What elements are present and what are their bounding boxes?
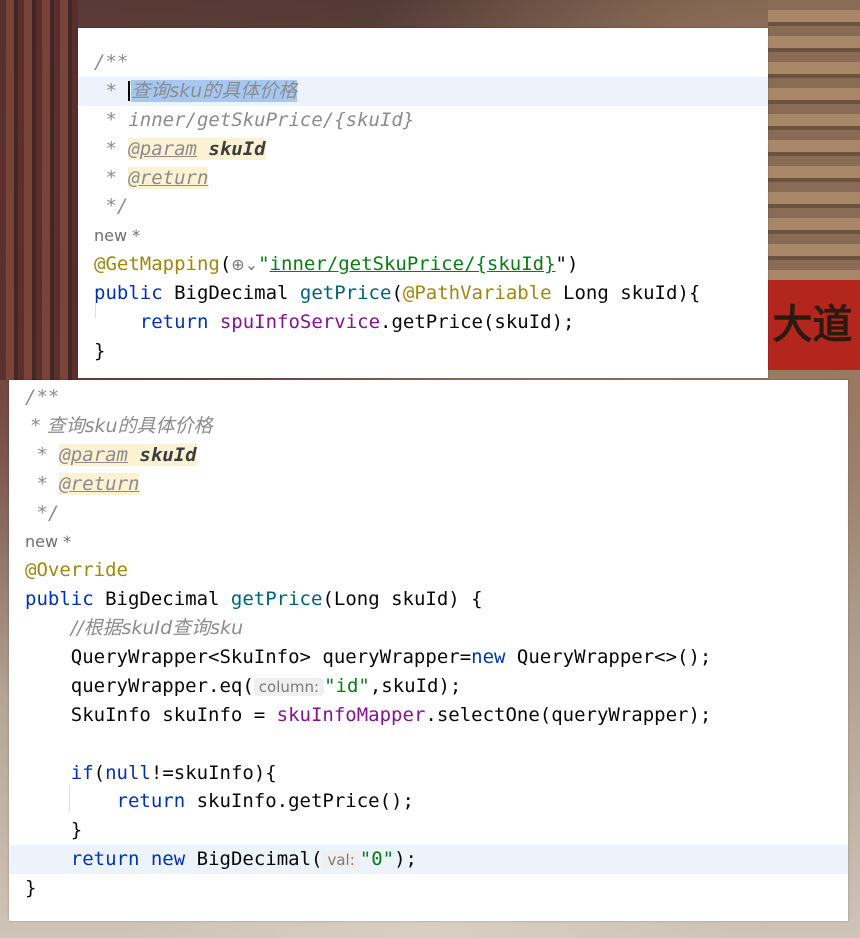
code-line: * @return <box>94 166 209 189</box>
selected-text[interactable]: 查询sku的具体价格 <box>131 79 298 102</box>
code-line: new * <box>9 527 848 556</box>
background-right-mural <box>768 0 860 280</box>
code-line: } <box>94 339 106 362</box>
code-line-current: return new BigDecimal(val: "0"); <box>9 845 848 875</box>
code-line: public BigDecimal getPrice(@PathVariable… <box>94 282 701 305</box>
code-line: return skuInfo.getPrice(); <box>116 790 414 813</box>
code-line: @Override <box>25 559 128 582</box>
code-line-current: * 查询sku的具体价格 <box>78 76 768 106</box>
code-line: * inner/getSkuPrice/{skuId} <box>94 108 415 131</box>
code-line: new * <box>78 221 768 250</box>
code-line: QueryWrapper<SkuInfo> queryWrapper=new Q… <box>70 646 712 669</box>
mapping-url[interactable]: inner/getSkuPrice/{skuId} <box>270 253 556 275</box>
code-line: * @param skuId <box>25 443 197 466</box>
code-line: return spuInfoService.getPrice(skuId); <box>139 311 575 334</box>
code-line: */ <box>25 501 60 524</box>
new-author-marker[interactable]: new * <box>25 532 71 551</box>
code-line: * @param skuId <box>94 137 266 160</box>
code-editor-panel-service[interactable]: /** * 查询sku的具体价格 * @param skuId * @retur… <box>9 380 848 921</box>
new-author-marker[interactable]: new * <box>94 226 140 245</box>
code-line: } <box>70 819 83 842</box>
javadoc-param-name: skuId <box>208 137 266 160</box>
javadoc-param-tag: @param <box>59 443 128 466</box>
code-line: /** <box>94 51 129 73</box>
code-line: * 查询sku的具体价格 <box>25 414 213 437</box>
code-line: @GetMapping(⊕⌄"inner/getSkuPrice/{skuId}… <box>94 253 579 276</box>
code-editor-panel-controller[interactable]: /** * 查询sku的具体价格 * inner/getSkuPrice/{sk… <box>78 28 768 378</box>
code-line: SkuInfo skuInfo = skuInfoMapper.selectOn… <box>70 703 712 726</box>
javadoc-return-tag: @return <box>128 166 209 189</box>
parameter-hint: column: <box>253 677 325 696</box>
background-red-sign: 大道谷 <box>765 280 860 370</box>
code-line: queryWrapper.eq(column: "id",skuId); <box>70 674 462 697</box>
code-line: * @return <box>25 472 140 495</box>
code-line: public BigDecimal getPrice(Long skuId) { <box>25 588 483 611</box>
indent-guide <box>95 292 96 318</box>
code-line: /** <box>25 386 60 408</box>
background-left-band <box>0 0 78 380</box>
javadoc-return-tag: @return <box>59 472 140 495</box>
javadoc-param-name: skuId <box>139 443 197 466</box>
parameter-hint: val: <box>322 851 360 870</box>
indent-guide <box>69 785 70 811</box>
code-line: //根据skuId查询sku <box>70 617 244 640</box>
code-line: if(null!=skuInfo){ <box>70 761 277 784</box>
code-line: */ <box>94 195 129 218</box>
globe-icon[interactable]: ⊕⌄ <box>231 255 258 274</box>
javadoc-param-tag: @param <box>128 137 197 160</box>
code-line: } <box>25 877 37 900</box>
